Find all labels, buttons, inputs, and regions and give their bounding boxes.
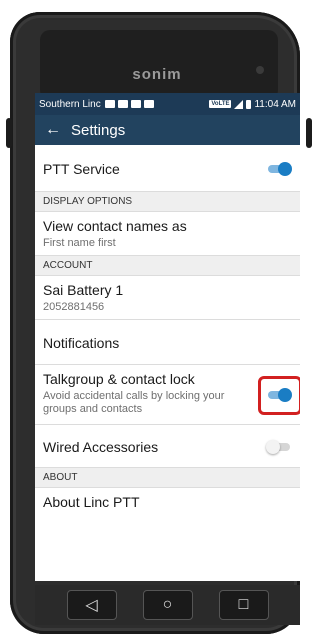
account-name: Sai Battery 1 bbox=[43, 282, 124, 298]
view-contact-names-row[interactable]: View contact names as First name first bbox=[35, 212, 300, 256]
toggle-knob bbox=[278, 162, 292, 176]
home-nav-icon[interactable]: ○ bbox=[142, 590, 193, 620]
recent-apps-icon[interactable]: □ bbox=[218, 590, 269, 620]
notifications-label: Notifications bbox=[43, 335, 120, 351]
nav-bar: ◁ ○ □ bbox=[35, 585, 300, 625]
status-bar: Southern Linc VoLTE 11:04 AM bbox=[35, 93, 300, 115]
highlight-box bbox=[258, 376, 300, 415]
wired-accessories-label: Wired Accessories bbox=[43, 439, 159, 455]
page-title: Settings bbox=[71, 121, 126, 139]
volte-icon: VoLTE bbox=[209, 100, 232, 108]
phone-top-bezel bbox=[40, 30, 278, 100]
toggle-knob bbox=[266, 440, 280, 454]
battery-icon bbox=[246, 99, 252, 109]
account-row[interactable]: Sai Battery 1 2052881456 bbox=[35, 276, 300, 320]
display-options-header: DISPLAY OPTIONS bbox=[35, 192, 300, 212]
talkgroup-lock-row[interactable]: Talkgroup & contact lock Avoid accidenta… bbox=[35, 365, 300, 425]
talkgroup-lock-description: Avoid accidental calls by locking your g… bbox=[43, 390, 225, 415]
back-arrow-icon[interactable]: ← bbox=[45, 121, 61, 139]
screen: Southern Linc VoLTE 11:04 AM ← Settings … bbox=[35, 93, 300, 581]
about-header: ABOUT bbox=[35, 468, 300, 488]
message-icon bbox=[117, 100, 128, 108]
clock: 11:04 AM bbox=[254, 98, 296, 110]
chat-icon bbox=[104, 100, 115, 108]
view-contact-names-value: First name first bbox=[43, 237, 116, 249]
view-contact-names-label: View contact names as bbox=[43, 218, 187, 234]
notification-icons bbox=[104, 100, 154, 108]
ptt-service-toggle[interactable] bbox=[268, 162, 292, 176]
app-bar: ← Settings bbox=[35, 115, 300, 145]
side-button-right bbox=[306, 118, 312, 148]
wired-accessories-toggle[interactable] bbox=[266, 440, 290, 454]
notifications-row[interactable]: Notifications bbox=[35, 320, 300, 365]
about-row[interactable]: About Linc PTT bbox=[35, 488, 300, 518]
back-nav-icon[interactable]: ◁ bbox=[66, 590, 117, 620]
account-number: 2052881456 bbox=[43, 301, 105, 313]
status-right: VoLTE 11:04 AM bbox=[209, 99, 296, 110]
about-label: About Linc PTT bbox=[43, 494, 140, 510]
wired-accessories-row[interactable]: Wired Accessories bbox=[35, 425, 300, 468]
camera-icon bbox=[256, 66, 264, 74]
ptt-service-label: PTT Service bbox=[43, 161, 120, 177]
signal-icon bbox=[234, 99, 244, 109]
carrier-label: Southern Linc bbox=[39, 98, 101, 110]
mail-icon bbox=[130, 100, 141, 108]
ptt-service-row[interactable]: PTT Service bbox=[35, 145, 300, 192]
account-header: ACCOUNT bbox=[35, 256, 300, 276]
brand-logo: sonim bbox=[132, 66, 182, 83]
ptt-icon bbox=[143, 100, 154, 108]
side-button-left bbox=[6, 118, 12, 148]
